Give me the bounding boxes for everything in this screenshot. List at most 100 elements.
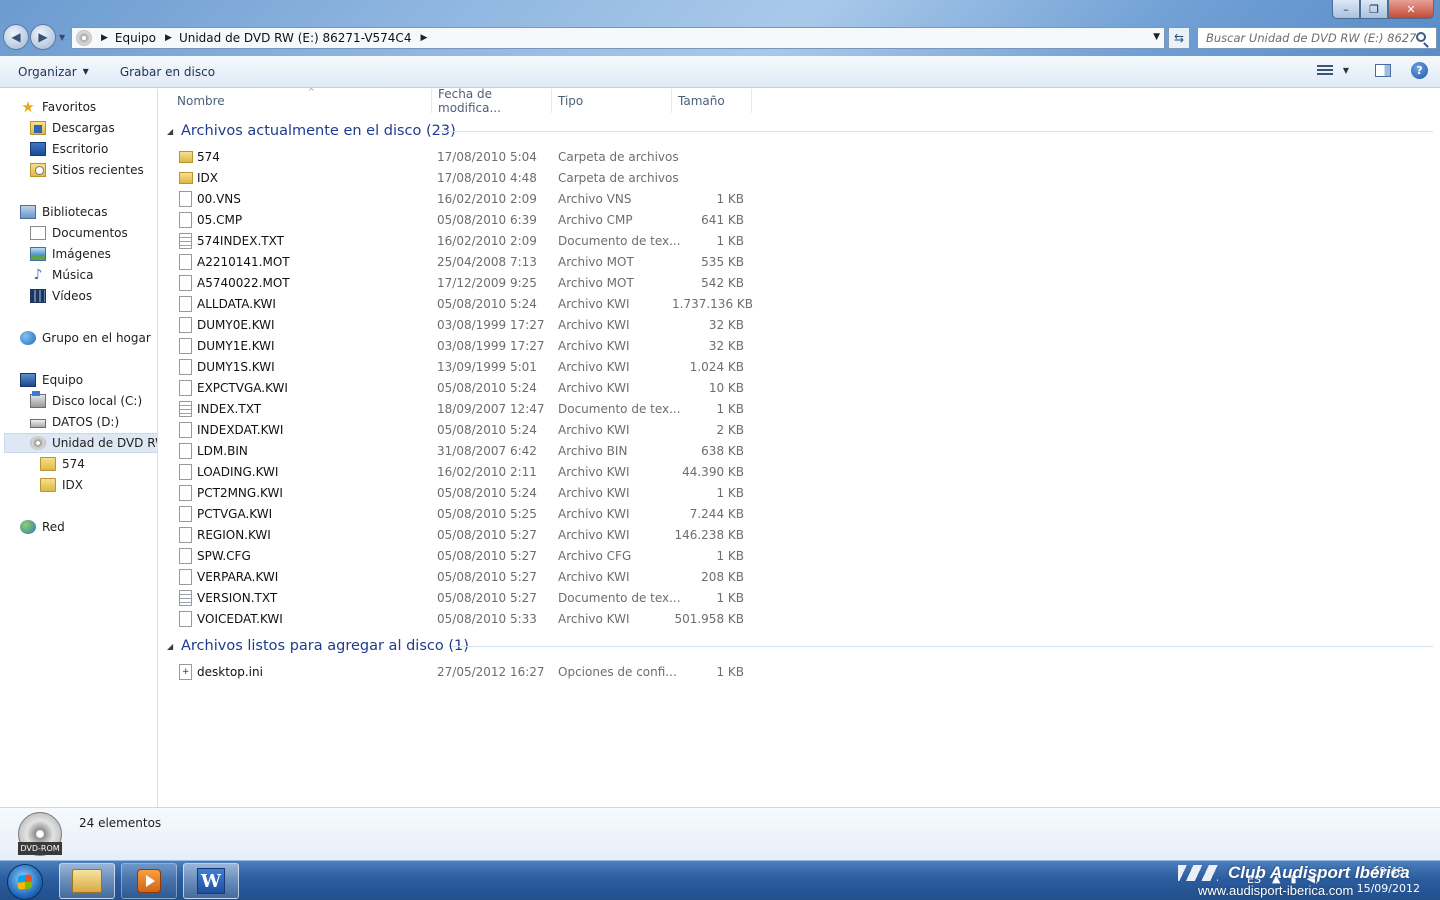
breadcrumb-equipo[interactable]: Equipo <box>115 31 156 45</box>
file-row[interactable]: REGION.KWI 05/08/2010 5:27 Archivo KWI 146.… <box>175 525 755 546</box>
column-header-size[interactable]: Tamaño <box>671 89 752 113</box>
file-row[interactable]: PCTVGA.KWI 05/08/2010 5:25 Archivo KWI 7.24… <box>175 504 755 525</box>
burn-disc-button[interactable]: Grabar en disco <box>120 65 215 79</box>
language-indicator[interactable]: ES <box>1247 873 1261 886</box>
search-icon[interactable] <box>1416 32 1426 42</box>
nav-libraries[interactable]: Bibliotecas <box>20 202 107 222</box>
help-icon[interactable]: ? <box>1411 62 1428 79</box>
organize-button[interactable]: Organizar ▼ <box>18 65 89 79</box>
maximize-button[interactable]: ❐ <box>1360 0 1388 19</box>
nav-desktop[interactable]: Escritorio <box>30 139 108 159</box>
group-header[interactable]: ◢ Archivos listos para agregar al disco (… <box>167 636 469 656</box>
file-size: 501.958 KB <box>674 612 744 626</box>
nav-network[interactable]: Red <box>20 517 65 537</box>
file-date: 05/08/2010 5:27 <box>437 528 537 542</box>
nav-data-disk-d[interactable]: DATOS (D:) <box>30 412 119 432</box>
collapse-group-icon[interactable]: ◢ <box>167 127 181 136</box>
nav-homegroup[interactable]: Grupo en el hogar <box>20 328 151 348</box>
file-date: 17/12/2009 9:25 <box>437 276 537 290</box>
file-date: 25/04/2008 7:13 <box>437 255 537 269</box>
nav-pictures[interactable]: Imágenes <box>30 244 111 264</box>
file-row[interactable]: PCT2MNG.KWI 05/08/2010 5:24 Archivo KWI 1 K… <box>175 483 755 504</box>
taskbar-explorer-button[interactable] <box>59 863 115 899</box>
organize-label: Organizar <box>18 64 77 79</box>
file-row[interactable]: 574INDEX.TXT 16/02/2010 2:09 Documento de … <box>175 231 755 252</box>
nav-music[interactable]: ♪ Música <box>30 265 94 285</box>
taskbar-media-player-button[interactable] <box>121 863 177 899</box>
nav-folder-574[interactable]: 574 <box>40 454 85 474</box>
search-input[interactable] <box>1206 31 1416 45</box>
back-button[interactable]: ◀ <box>3 24 29 50</box>
hard-drive-icon <box>30 419 46 428</box>
file-row[interactable]: A5740022.MOT 17/12/2009 9:25 Archivo MOT 54… <box>175 273 755 294</box>
file-row[interactable]: 574 17/08/2010 5:04 Carpeta de archivos <box>175 147 755 168</box>
minimize-button[interactable]: – <box>1332 0 1360 19</box>
nav-computer[interactable]: Equipo <box>20 370 83 390</box>
nav-videos[interactable]: Vídeos <box>30 286 92 306</box>
file-row[interactable]: DUMY0E.KWI 03/08/1999 17:27 Archivo KWI 32 … <box>175 315 755 336</box>
file-size: 32 KB <box>708 339 744 353</box>
file-row[interactable]: INDEXDAT.KWI 05/08/2010 5:24 Archivo KWI 2 … <box>175 420 755 441</box>
breadcrumb-separator[interactable]: ▶ <box>420 33 427 43</box>
file-row[interactable]: LDM.BIN 31/08/2007 6:42 Archivo BIN 638 KB <box>175 441 755 462</box>
nav-local-disk-c[interactable]: Disco local (C:) <box>30 391 142 411</box>
file-name: DUMY1E.KWI <box>197 339 275 353</box>
file-row[interactable]: EXPCTVGA.KWI 05/08/2010 5:24 Archivo KWI 10… <box>175 378 755 399</box>
close-button[interactable]: ✕ <box>1388 0 1434 19</box>
file-row[interactable]: VERPARA.KWI 05/08/2010 5:27 Archivo KWI 208… <box>175 567 755 588</box>
refresh-button[interactable]: ⇆ <box>1168 27 1190 49</box>
file-row[interactable]: 05.CMP 05/08/2010 6:39 Archivo CMP 641 KB <box>175 210 755 231</box>
nav-downloads[interactable]: Descargas <box>30 118 115 138</box>
file-row[interactable]: INDEX.TXT 18/09/2007 12:47 Documento de te… <box>175 399 755 420</box>
clock[interactable]: 19:48 15/09/2012 <box>1357 863 1420 897</box>
breadcrumb-separator[interactable]: ▶ <box>101 33 108 43</box>
search-box[interactable] <box>1197 27 1437 49</box>
file-date: 05/08/2010 5:27 <box>437 591 537 605</box>
nav-folder-idx[interactable]: IDX <box>40 475 83 495</box>
column-header-date[interactable]: Fecha de modifica... <box>431 87 552 115</box>
computer-icon <box>20 373 36 387</box>
file-row[interactable]: IDX 17/08/2010 4:48 Carpeta de archivos <box>175 168 755 189</box>
taskbar-word-button[interactable]: W <box>183 863 239 899</box>
file-name: 05.CMP <box>197 213 243 227</box>
start-button[interactable] <box>7 864 43 900</box>
column-header-name[interactable]: Nombre ^ <box>170 87 432 113</box>
file-row[interactable]: desktop.ini 27/05/2012 16:27 Opciones de c… <box>175 662 755 683</box>
file-row[interactable]: LOADING.KWI 16/02/2010 2:11 Archivo KWI 44.… <box>175 462 755 483</box>
file-row[interactable]: VOICEDAT.KWI 05/08/2010 5:33 Archivo KWI 50… <box>175 609 755 630</box>
file-row[interactable]: SPW.CFG 05/08/2010 5:27 Archivo CFG 1 KB <box>175 546 755 567</box>
nav-dvd-drive[interactable]: Unidad de DVD RW (E:) 86271-V574C4 <box>4 433 157 453</box>
file-row[interactable]: VERSION.TXT 05/08/2010 5:27 Documento de t… <box>175 588 755 609</box>
word-icon: W <box>197 868 225 894</box>
file-row[interactable]: A2210141.MOT 25/04/2008 7:13 Archivo MOT 53… <box>175 252 755 273</box>
file-row[interactable]: DUMY1S.KWI 13/09/1999 5:01 Archivo KWI 1.02… <box>175 357 755 378</box>
collapse-group-icon[interactable]: ◢ <box>167 642 181 651</box>
preview-pane-icon[interactable] <box>1375 64 1391 77</box>
drive-type-label: DVD-ROM <box>18 842 62 855</box>
nav-favorites[interactable]: ★ Favoritos <box>20 97 96 117</box>
column-header-type[interactable]: Tipo <box>551 89 672 113</box>
forward-button[interactable]: ▶ <box>30 24 56 50</box>
group-header[interactable]: ◢ Archivos actualmente en el disco (23) <box>167 121 456 141</box>
file-row[interactable]: DUMY1E.KWI 03/08/1999 17:27 Archivo KWI 32 … <box>175 336 755 357</box>
file-icon <box>179 485 192 501</box>
breadcrumb-separator[interactable]: ▶ <box>165 33 172 43</box>
volume-icon[interactable]: ◀) <box>1307 872 1320 885</box>
nav-label: Red <box>42 520 65 534</box>
change-view-icon[interactable] <box>1316 64 1333 77</box>
system-tray: ES ▲ ▮ ◀) 19:48 15/09/2012 <box>1190 861 1440 900</box>
nav-recent-places[interactable]: Sitios recientes <box>30 160 144 180</box>
nav-label: Imágenes <box>52 247 111 261</box>
file-row[interactable]: ALLDATA.KWI 05/08/2010 5:24 Archivo KWI 1.7… <box>175 294 755 315</box>
file-row[interactable]: 00.VNS 16/02/2010 2:09 Archivo VNS 1 KB <box>175 189 755 210</box>
show-hidden-icons-icon[interactable]: ▲ <box>1272 872 1280 885</box>
file-icon <box>179 611 192 627</box>
view-options-dropdown-icon[interactable]: ▼ <box>1343 66 1349 75</box>
network-signal-icon[interactable]: ▮ <box>1290 872 1296 885</box>
breadcrumb-dvd-drive[interactable]: Unidad de DVD RW (E:) 86271-V574C4 <box>179 31 412 45</box>
nav-label: Unidad de DVD RW (E:) 86271-V574C4 <box>52 436 157 450</box>
address-dropdown-icon[interactable]: ▼ <box>1153 32 1160 42</box>
nav-documents[interactable]: Documentos <box>30 223 128 243</box>
address-bar[interactable]: ▶ Equipo ▶ Unidad de DVD RW (E:) 86271-V… <box>71 27 1165 49</box>
recent-pages-dropdown[interactable]: ▼ <box>59 33 65 42</box>
